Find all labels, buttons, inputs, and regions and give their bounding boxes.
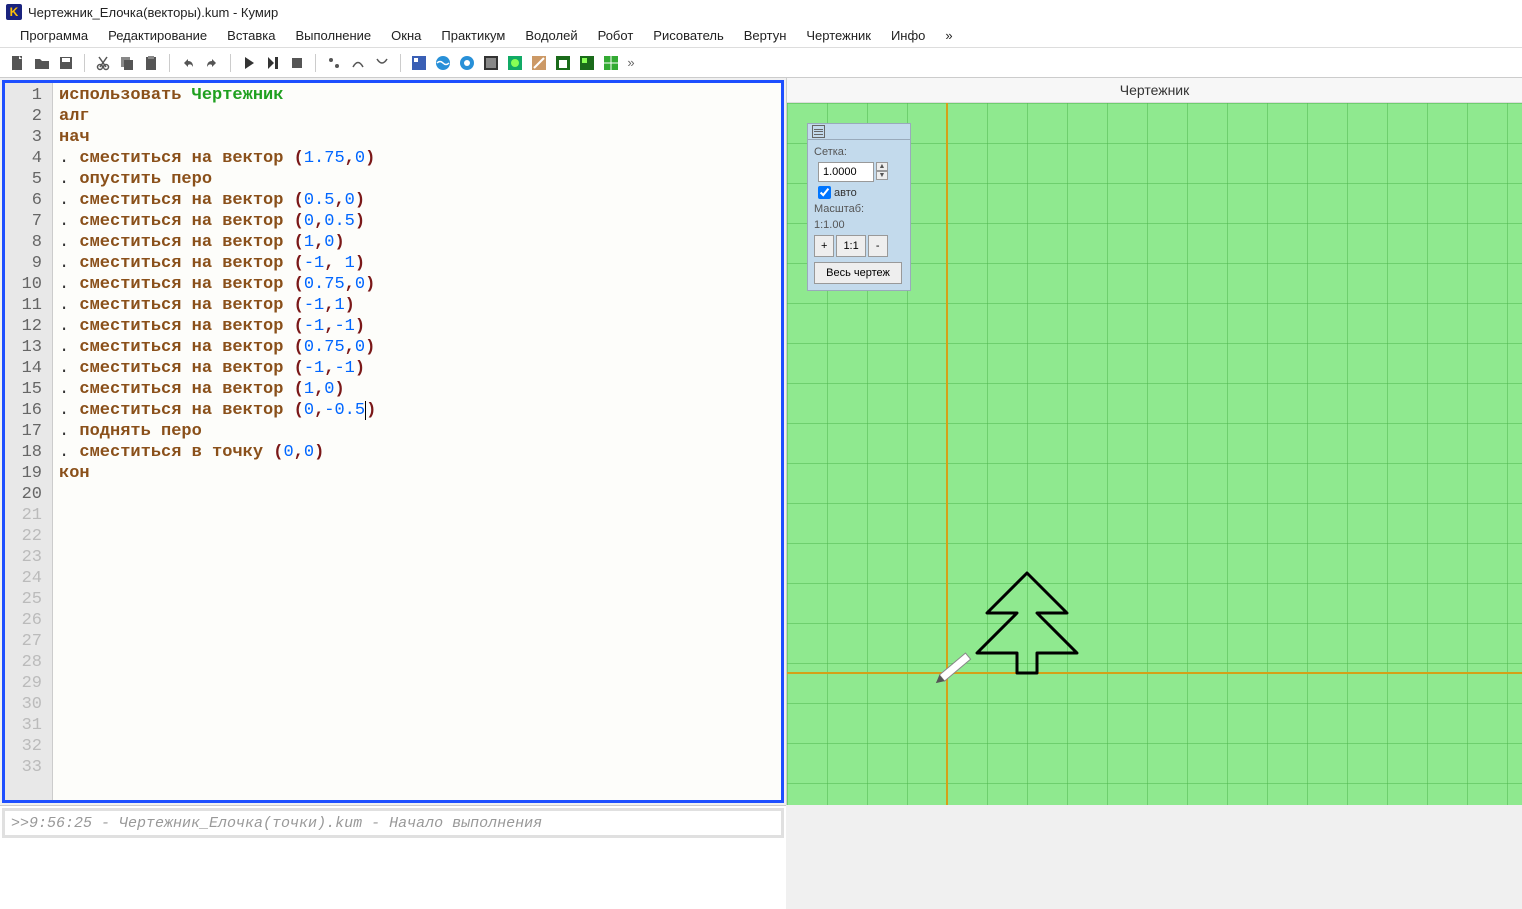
actor2-icon[interactable] [433,53,453,73]
menu-robot[interactable]: Робот [588,25,644,46]
console-panel: >> 9:56:25 - Чертежник_Елочка(точки).kum… [0,805,786,909]
title-bar: K Чертежник_Елочка(векторы).kum - Кумир [0,0,1522,24]
actor4-icon[interactable] [481,53,501,73]
grid-label: Сетка: [814,146,904,158]
menu-bar: Программа Редактирование Вставка Выполне… [0,24,1522,48]
scale-label: Масштаб: [814,203,904,215]
menu-practicum[interactable]: Практикум [431,25,515,46]
paste-icon[interactable] [141,53,161,73]
open-file-icon[interactable] [32,53,52,73]
auto-checkbox[interactable]: авто [814,186,904,199]
zoom-out-button[interactable]: - [868,235,888,257]
save-file-icon[interactable] [56,53,76,73]
spinner-down-icon[interactable]: ▼ [876,171,888,180]
copy-icon[interactable] [117,53,137,73]
canvas-title: Чертежник [787,78,1522,103]
menu-execute[interactable]: Выполнение [285,25,381,46]
app-icon: K [6,4,22,20]
toolbar-more[interactable]: » [625,53,637,73]
actor3-icon[interactable] [457,53,477,73]
menu-insert[interactable]: Вставка [217,25,285,46]
menu-edit[interactable]: Редактирование [98,25,217,46]
tool-c-icon[interactable] [372,53,392,73]
actor5-icon[interactable] [505,53,525,73]
console-output[interactable]: >> 9:56:25 - Чертежник_Елочка(точки).kum… [2,808,784,838]
console-text: 9:56:25 - Чертежник_Елочка(точки).kum - … [29,815,542,832]
canvas-controls: Сетка: ▲ ▼ авто Масштаб: 1:1.00 + 1:1 [807,123,911,291]
menu-windows[interactable]: Окна [381,25,431,46]
tool-b-icon[interactable] [348,53,368,73]
stop-icon[interactable] [287,53,307,73]
panel-menu-button[interactable] [808,124,910,140]
tool-a-icon[interactable] [324,53,344,73]
actor1-icon[interactable] [409,53,429,73]
menu-info[interactable]: Инфо [881,25,935,46]
menu-chertezhnik[interactable]: Чертежник [796,25,881,46]
actor9-icon[interactable] [601,53,621,73]
step-icon[interactable] [263,53,283,73]
auto-label: авто [834,187,857,199]
undo-icon[interactable] [178,53,198,73]
redo-icon[interactable] [202,53,222,73]
menu-vertun[interactable]: Вертун [734,25,797,46]
new-file-icon[interactable] [8,53,28,73]
run-icon[interactable] [239,53,259,73]
line-gutter: 1234567891011121314151617181920212223242… [5,83,53,800]
actor8-icon[interactable] [577,53,597,73]
menu-program[interactable]: Программа [10,25,98,46]
toolbar: » [0,48,1522,78]
hamburger-icon [812,125,825,138]
drawing-canvas[interactable]: Сетка: ▲ ▼ авто Масштаб: 1:1.00 + 1:1 [787,103,1522,805]
fit-drawing-button[interactable]: Весь чертеж [814,262,902,284]
code-editor[interactable]: 1234567891011121314151617181920212223242… [2,80,784,803]
cut-icon[interactable] [93,53,113,73]
window-title: Чертежник_Елочка(векторы).kum - Кумир [28,5,278,20]
auto-checkbox-input[interactable] [818,186,831,199]
grid-size-input[interactable] [818,162,874,182]
menu-risovatel[interactable]: Рисователь [643,25,733,46]
zoom-reset-button[interactable]: 1:1 [836,235,865,257]
console-prompt: >> [11,815,29,832]
zoom-in-button[interactable]: + [814,235,834,257]
scale-value: 1:1.00 [814,219,904,231]
actor7-icon[interactable] [553,53,573,73]
menu-vodoley[interactable]: Водолей [515,25,587,46]
menu-more[interactable]: » [935,25,962,46]
spinner-up-icon[interactable]: ▲ [876,162,888,171]
code-area[interactable]: использовать Чертежник алг нач . сместит… [53,83,781,800]
actor6-icon[interactable] [529,53,549,73]
